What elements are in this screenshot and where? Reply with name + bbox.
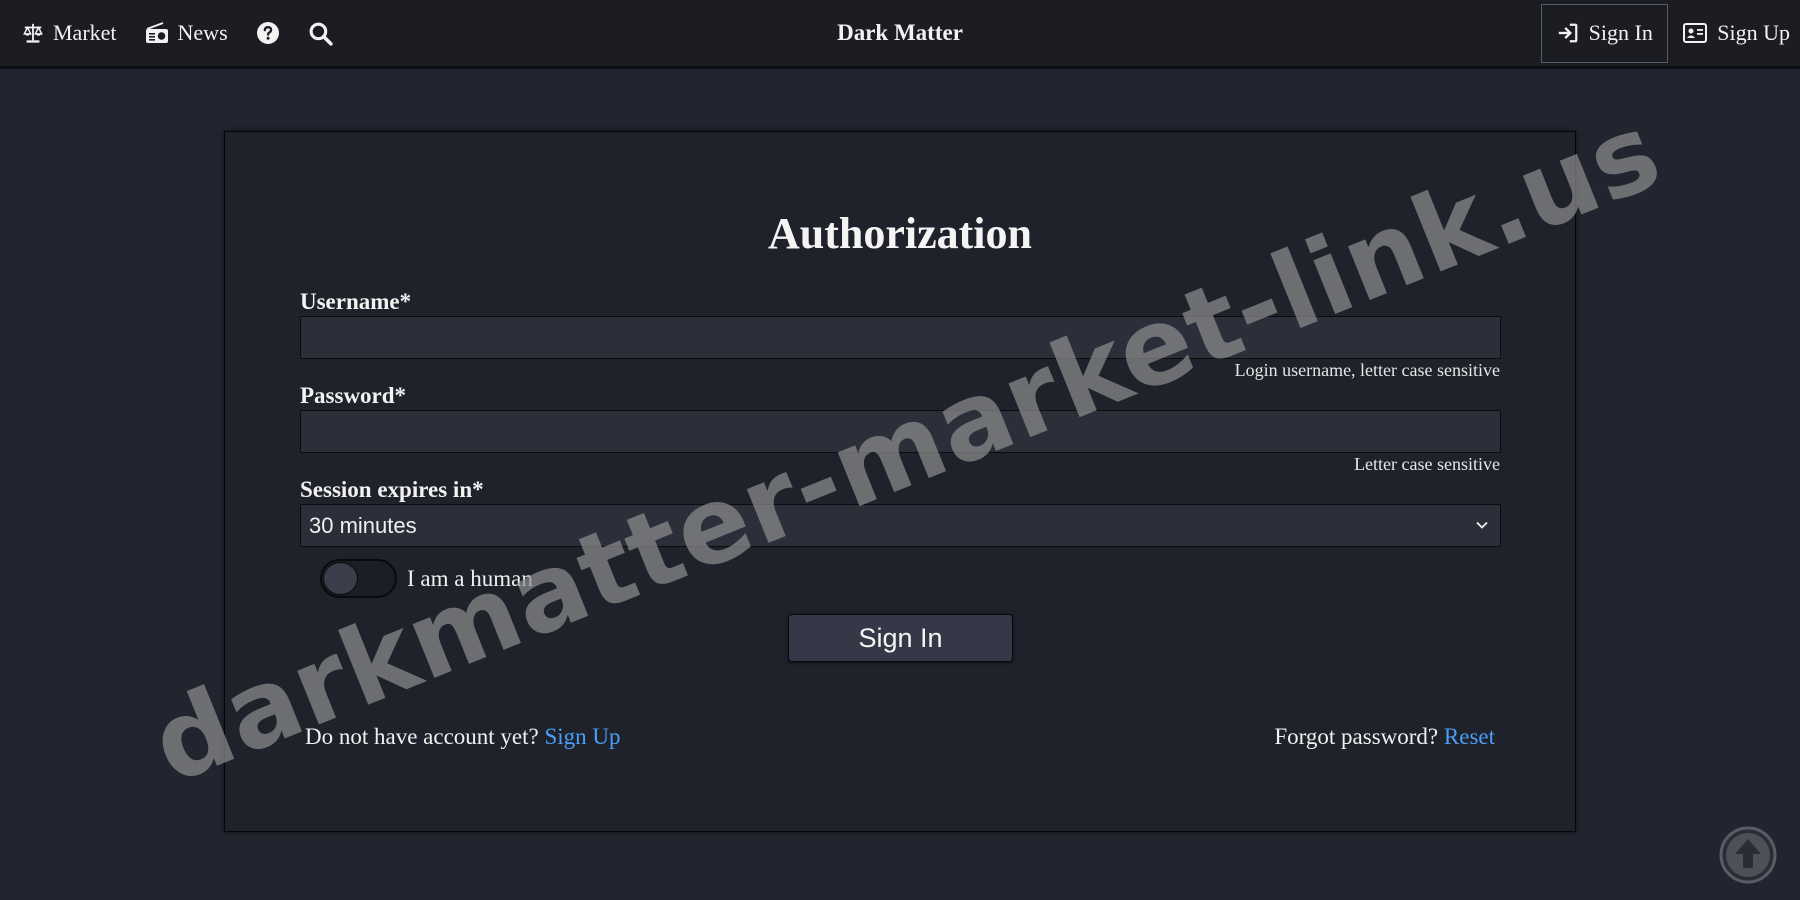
scale-balance-icon	[23, 23, 43, 43]
nav-help[interactable]	[256, 21, 280, 45]
sign-in-submit-button[interactable]: Sign In	[788, 614, 1013, 662]
nav-right-group: Sign In Sign Up	[1541, 0, 1800, 66]
human-toggle-knob	[323, 562, 358, 595]
authorization-card: Authorization Username* Login username, …	[224, 131, 1576, 832]
password-input[interactable]	[300, 410, 1501, 453]
nav-market-label: Market	[53, 20, 117, 45]
human-toggle-label: I am a human	[407, 566, 533, 591]
nav-market[interactable]: Market	[22, 20, 117, 46]
reset-link[interactable]: Reset	[1444, 724, 1495, 749]
password-hint: Letter case sensitive	[1354, 454, 1500, 474]
session-selected-value: 30 minutes	[309, 512, 417, 538]
forgot-password-text: Forgot password?	[1274, 724, 1439, 749]
sign-up-link[interactable]: Sign Up	[545, 724, 621, 749]
password-label: Password*	[300, 383, 407, 408]
username-hint: Login username, letter case sensitive	[1234, 360, 1500, 380]
nav-sign-up-label: Sign Up	[1717, 20, 1790, 45]
radio-icon	[145, 22, 168, 43]
id-card-icon	[1683, 23, 1708, 43]
sign-up-prompt: Do not have account yet? Sign Up	[305, 724, 621, 750]
search-icon	[309, 22, 333, 46]
username-input[interactable]	[300, 316, 1501, 359]
nav-search[interactable]	[308, 21, 333, 46]
nav-sign-in-label: Sign In	[1588, 20, 1653, 45]
session-label: Session expires in*	[300, 477, 484, 502]
nav-sign-up-button[interactable]: Sign Up	[1683, 20, 1790, 46]
chevron-down-icon	[1476, 521, 1488, 529]
nav-news[interactable]: News	[145, 20, 228, 46]
no-account-text: Do not have account yet?	[305, 724, 539, 749]
username-label: Username*	[300, 289, 412, 314]
top-navbar: Market News Dark Matter Sign In Sign Up	[0, 0, 1800, 69]
session-select[interactable]: 30 minutes	[300, 504, 1501, 547]
forgot-password-prompt: Forgot password? Reset	[1274, 724, 1495, 750]
question-circle-icon	[256, 22, 279, 44]
arrow-up-circle-icon	[1719, 826, 1777, 884]
nav-news-label: News	[177, 20, 228, 45]
nav-sign-in-button[interactable]: Sign In	[1541, 3, 1669, 63]
human-toggle[interactable]	[320, 559, 397, 598]
scroll-to-top-button[interactable]	[1718, 825, 1778, 885]
nav-left-group: Market News	[22, 0, 361, 66]
page-title: Authorization	[768, 209, 1032, 258]
sign-in-arrow-icon	[1558, 23, 1578, 43]
